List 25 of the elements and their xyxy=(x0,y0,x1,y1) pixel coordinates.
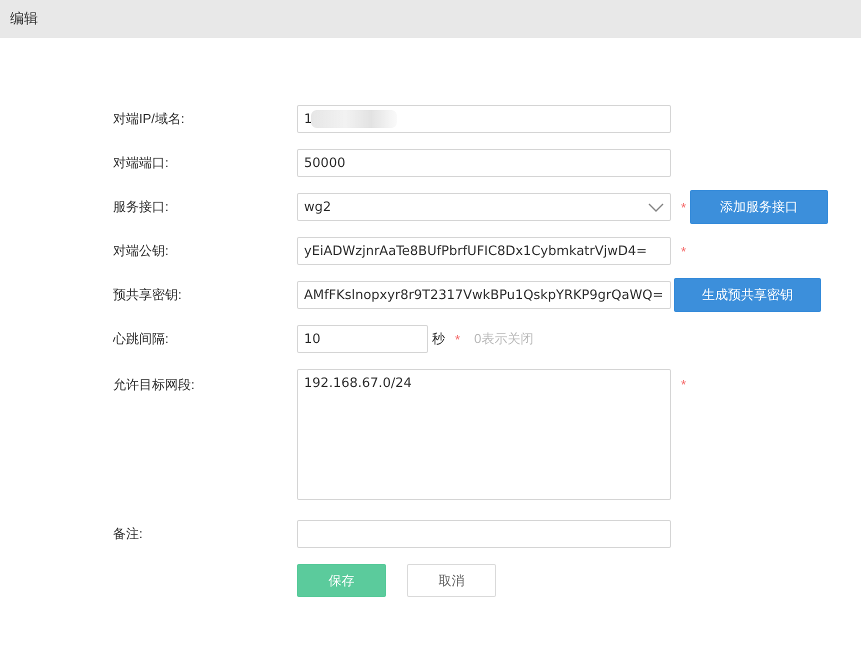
chevron-down-icon xyxy=(648,202,664,212)
textarea-field[interactable]: 192.168.67.0/24 xyxy=(297,369,671,500)
field-label: 允许目标网段: xyxy=(113,376,196,394)
field-label: 服务接口: xyxy=(113,198,170,216)
field-label: 对端公钥: xyxy=(113,242,170,260)
required-mark: * xyxy=(681,200,686,214)
required-mark: * xyxy=(681,244,686,258)
select-value: wg2 xyxy=(304,200,332,214)
hint-text: 0表示关闭 xyxy=(474,330,534,348)
unit-label: 秒 xyxy=(432,330,445,348)
select-field[interactable]: wg2 xyxy=(297,193,671,221)
required-mark: * xyxy=(455,332,460,346)
cancel-button[interactable]: 取消 xyxy=(407,564,496,597)
input-field[interactable]: 10 xyxy=(297,325,428,353)
field-label: 心跳间隔: xyxy=(113,330,170,348)
input-field[interactable]: 50000 xyxy=(297,149,671,177)
field-label: 预共享密钥: xyxy=(113,286,183,304)
input-field[interactable]: yEiADWzjnrAaTe8BUfPbrfUFIC8Dx1CybmkatrVjwD4= xyxy=(297,237,671,265)
input-field[interactable] xyxy=(297,520,671,548)
field-label: 对端端口: xyxy=(113,154,170,172)
input-field[interactable]: AMfFKslnopxyr8r9T2317VwkBPu1QskpYRKP9grQaWQ= xyxy=(297,281,671,309)
required-mark: * xyxy=(681,377,686,392)
field-label: 对端IP/域名: xyxy=(113,110,186,128)
field-label: 备注: xyxy=(113,525,144,543)
dialog-title: 编辑 xyxy=(10,10,38,28)
